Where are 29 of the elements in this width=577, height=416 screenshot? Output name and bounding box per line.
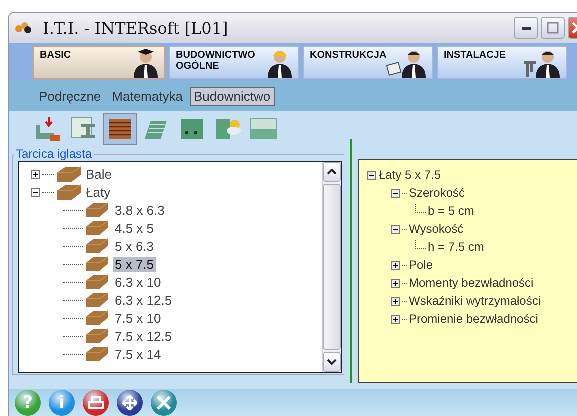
menu-tab[interactable]: Matematyka (108, 86, 187, 106)
tree-item[interactable]: Wskaźniki wytrzymałości (409, 294, 542, 308)
tree-item[interactable]: Promienie bezwładności (409, 312, 538, 326)
module-tab[interactable]: INSTALACJE (437, 46, 567, 79)
tree-item[interactable]: 7.5 x 14 (113, 346, 164, 362)
tree-item[interactable]: Szerokość (409, 186, 466, 200)
menu-tab[interactable]: Podręczne (35, 86, 106, 106)
tree-item: b = 5 cm (428, 204, 474, 218)
tree-item[interactable]: 6.3 x 12.5 (113, 292, 174, 308)
menu-tab[interactable]: Budownictwo (190, 86, 275, 106)
tree-item[interactable]: 3.8 x 6.3 (113, 202, 167, 218)
tree-item: h = 7.5 cm (428, 240, 484, 254)
window-title: I.T.I. - INTERsoft [L01] (43, 18, 228, 38)
tree-item[interactable]: Łaty (86, 184, 111, 200)
module-tab[interactable]: BUDOWNICTWO OGÓLNE (169, 46, 299, 79)
tree-item[interactable]: Pole (409, 258, 434, 272)
module-tab[interactable]: BASIC (33, 46, 165, 79)
tree-item[interactable]: 5 x 7.5 (113, 256, 156, 272)
module-tab[interactable]: KONSTRUKCJA (303, 46, 433, 79)
tree-item[interactable]: Łaty 5 x 7.5 (379, 168, 442, 182)
tree-item[interactable]: 6.3 x 10 (113, 274, 164, 290)
tree-item[interactable]: Momenty bezwładności (409, 276, 534, 290)
tree-item[interactable]: 7.5 x 10 (113, 310, 164, 326)
group-title: Tarcica iglasta (15, 147, 94, 161)
tree-item[interactable]: 5 x 6.3 (113, 238, 156, 254)
tree-item[interactable]: Wysokość (409, 222, 464, 236)
tree-item[interactable]: 7.5 x 12.5 (113, 328, 174, 344)
tree-item[interactable]: Bale (86, 166, 112, 182)
tree-item[interactable]: 4.5 x 5 (113, 220, 156, 236)
